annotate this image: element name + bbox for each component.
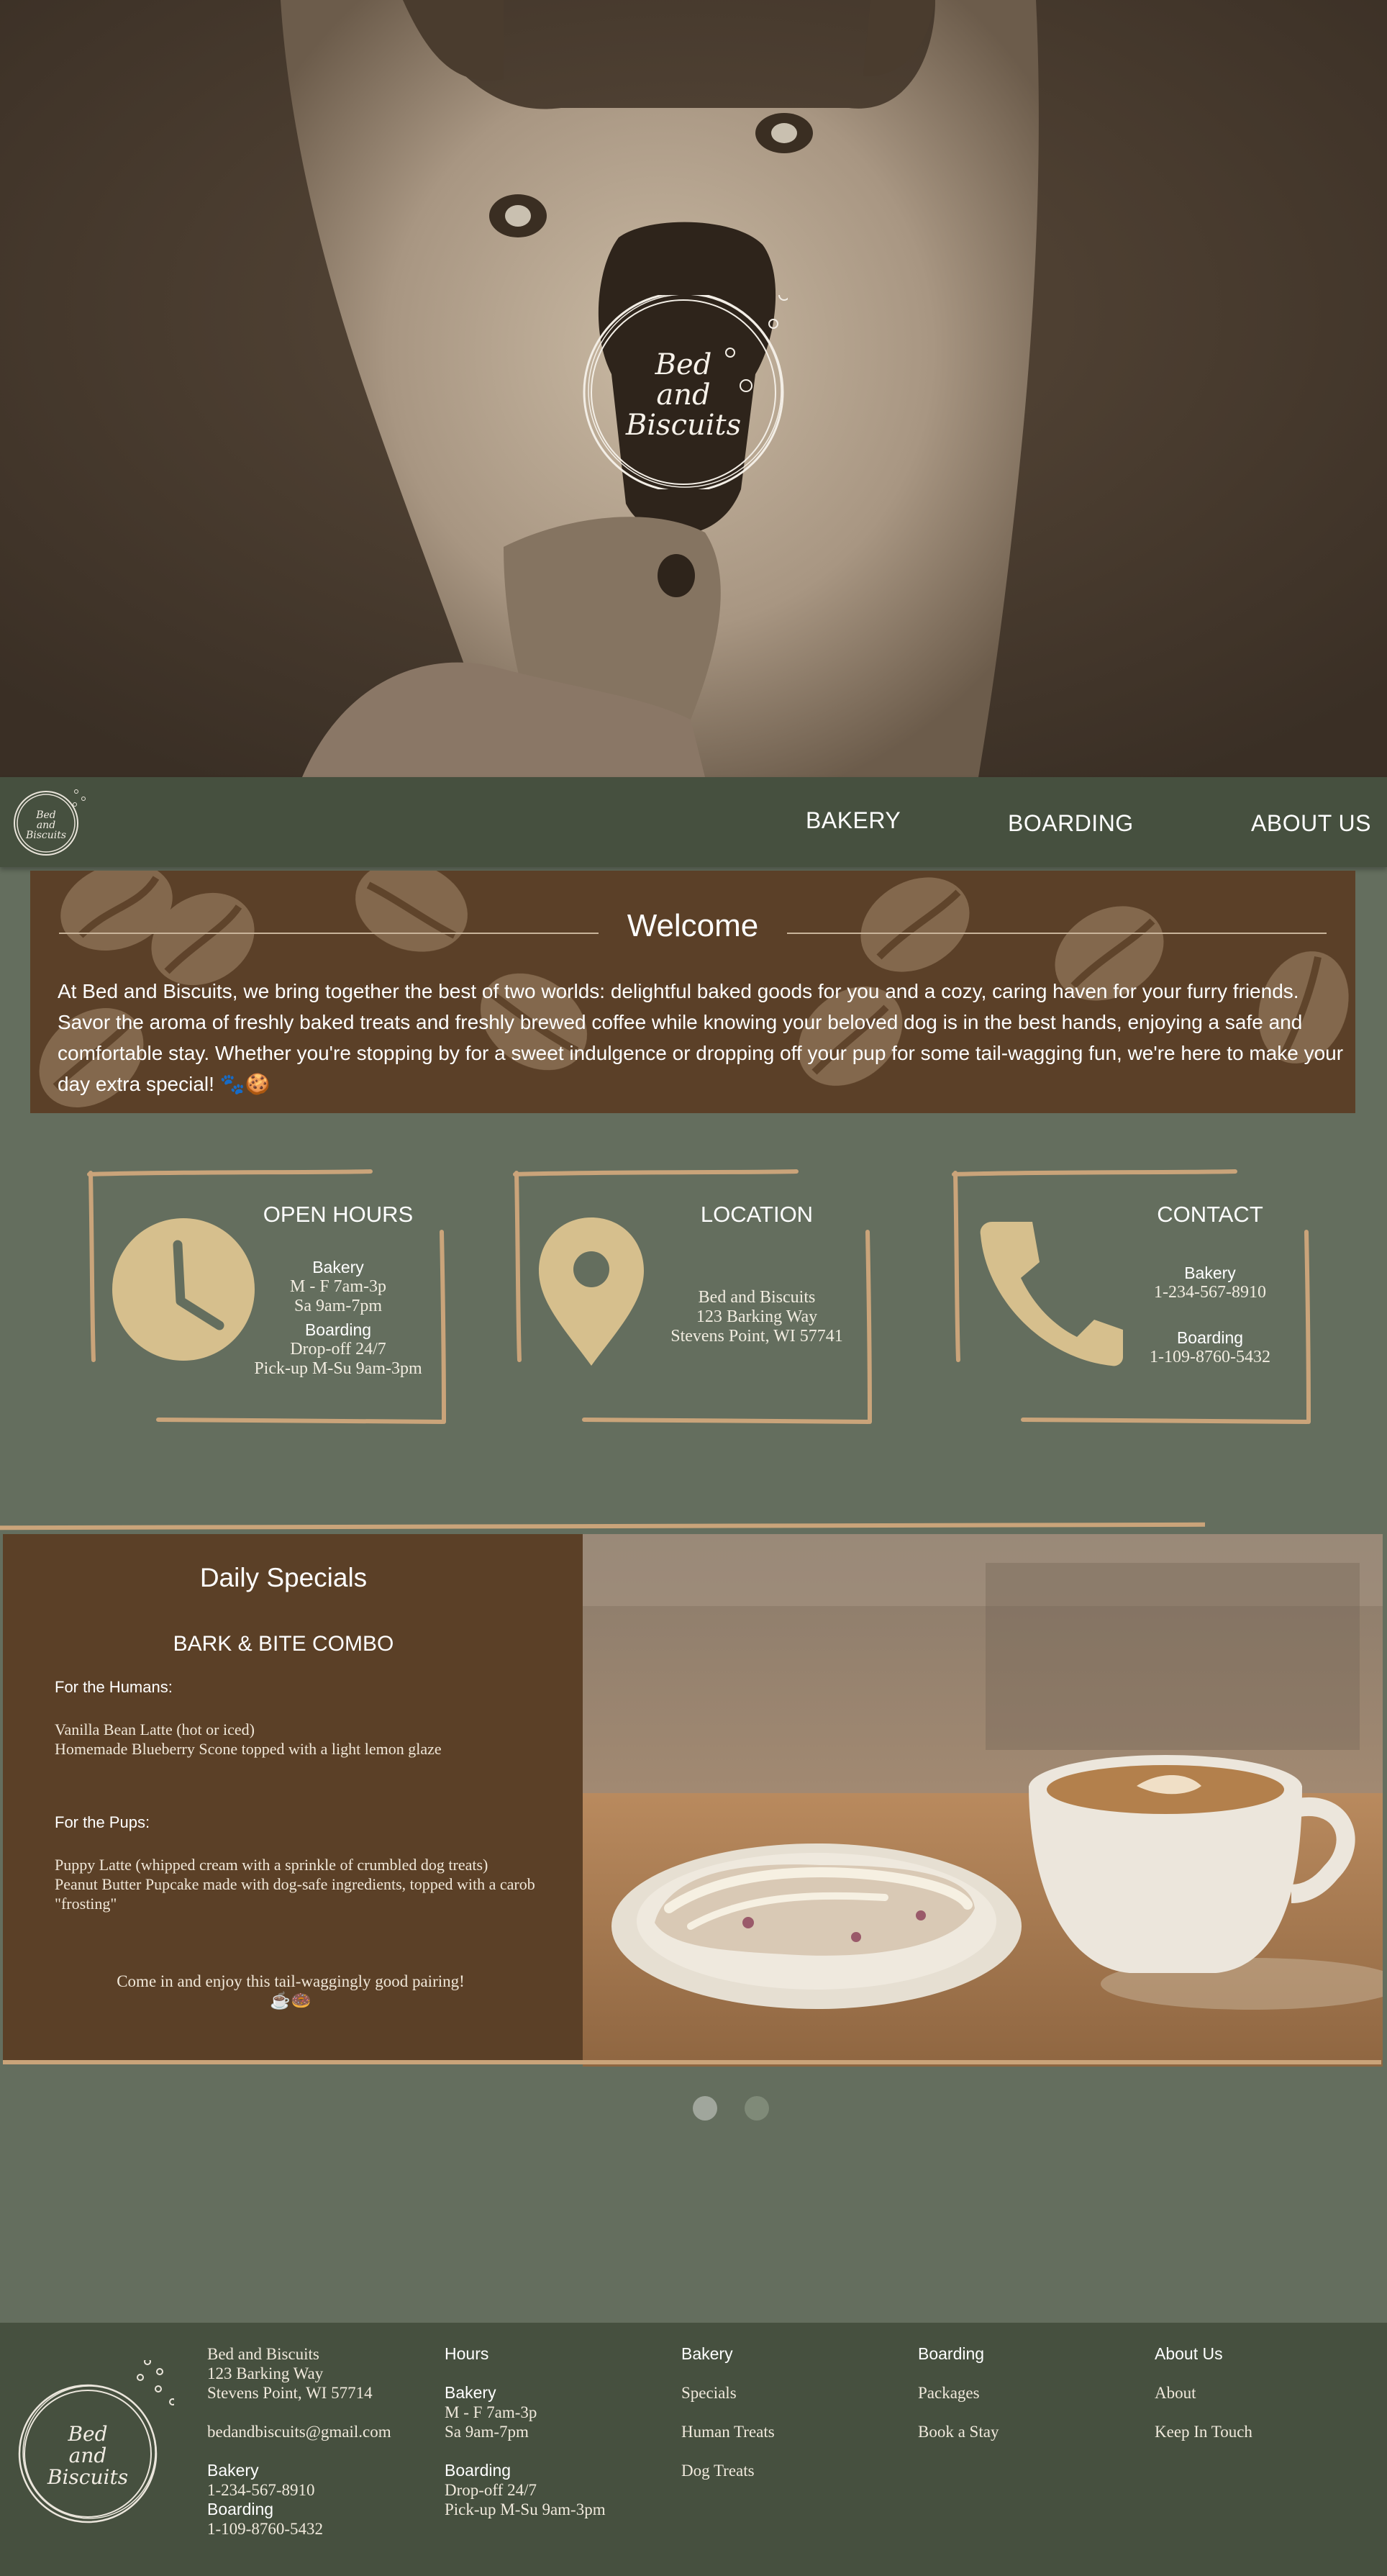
footer-address-1: Bed and Biscuits: [207, 2345, 319, 2363]
footer-email[interactable]: bedandbiscuits@gmail.com: [207, 2422, 391, 2441]
hours-boarding-label: Boarding: [304, 1320, 372, 1339]
contact-title: CONTACT: [1157, 1202, 1263, 1227]
svg-text:and: and: [69, 2444, 107, 2467]
footer-link-specials[interactable]: Specials: [681, 2383, 775, 2403]
open-hours-text: Bakery M - F 7am-3p Sa 9am-7pm Boarding …: [230, 1258, 446, 1379]
location-card: LOCATION Bed and Biscuits 123 Barking Wa…: [512, 1166, 872, 1432]
footer-logo: Bed and Biscuits: [18, 2360, 174, 2523]
footer-hours-bakery-1: M - F 7am-3p: [445, 2403, 537, 2421]
nav-logo[interactable]: Bed and Biscuits: [10, 786, 89, 858]
hero-banner: Bed and Biscuits: [0, 0, 1387, 777]
footer-link-about[interactable]: About: [1155, 2383, 1252, 2403]
footer-hours-bakery-label: Bakery: [445, 2383, 496, 2402]
nav-boarding[interactable]: BOARDING: [1008, 810, 1134, 837]
welcome-title: Welcome: [627, 908, 759, 943]
top-nav: Bed and Biscuits BAKERY BOARDING ABOUT U…: [0, 777, 1387, 867]
hours-bakery-label: Bakery: [312, 1258, 364, 1276]
footer-contact: Bed and Biscuits 123 Barking Way Stevens…: [207, 2344, 391, 2539]
welcome-section: Welcome At Bed and Biscuits, we bring to…: [30, 871, 1355, 1113]
specials-top-divider: [0, 1522, 1206, 1530]
open-hours-title: OPEN HOURS: [263, 1202, 414, 1227]
carousel-dot-2[interactable]: [745, 2096, 769, 2121]
contact-bakery-label: Bakery: [1184, 1264, 1236, 1282]
footer-link-keep-in-touch[interactable]: Keep In Touch: [1155, 2422, 1252, 2441]
pups-item-2: Peanut Butter Pupcake made with dog-safe…: [55, 1875, 535, 1913]
location-text: Bed and Biscuits 123 Barking Way Stevens…: [645, 1288, 868, 1346]
footer-link-dog-treats[interactable]: Dog Treats: [681, 2461, 775, 2480]
footer-bakery-links: Bakery Specials Human Treats Dog Treats: [681, 2344, 775, 2480]
hours-boarding-line-1: Drop-off 24/7: [290, 1340, 386, 1359]
hours-bakery-line-1: M - F 7am-3p: [290, 1277, 386, 1296]
footer-bakery-heading: Bakery: [681, 2344, 733, 2363]
pups-item-1: Puppy Latte (whipped cream with a sprink…: [55, 1856, 488, 1874]
humans-item-2: Homemade Blueberry Scone topped with a l…: [55, 1740, 442, 1758]
footer-about-heading: About Us: [1155, 2344, 1223, 2363]
location-line-3: Stevens Point, WI 57741: [670, 1327, 843, 1346]
open-hours-card: OPEN HOURS Bakery M - F 7am-3p Sa 9am-7p…: [86, 1166, 446, 1432]
specials-closing: Come in and enjoy this tail-waggingly go…: [117, 1972, 465, 2010]
footer-hours-boarding-1: Drop-off 24/7: [445, 2481, 537, 2499]
svg-text:Biscuits: Biscuits: [47, 2465, 128, 2489]
specials-panel: Daily Specials BARK & BITE COMBO For the…: [3, 1534, 583, 2063]
footer-address-3: Stevens Point, WI 57714: [207, 2384, 373, 2402]
location-line-2: 123 Barking Way: [696, 1307, 818, 1326]
footer-hours-heading: Hours: [445, 2344, 489, 2363]
svg-text:Bed: Bed: [67, 2422, 107, 2446]
footer-link-human-treats[interactable]: Human Treats: [681, 2422, 775, 2441]
contact-bakery-phone[interactable]: 1-234-567-8910: [1113, 1283, 1307, 1302]
logo-word-2: and: [656, 378, 710, 412]
footer-boarding-phone: 1-109-8760-5432: [207, 2520, 323, 2538]
footer-boarding-label: Boarding: [207, 2500, 274, 2518]
humans-item-1: Vanilla Bean Latte (hot or iced): [55, 1720, 255, 1738]
footer-boarding-heading: Boarding: [918, 2344, 985, 2363]
logo-word-1: Bed: [655, 348, 712, 381]
humans-heading: For the Humans:: [55, 1678, 173, 1696]
footer-link-book-a-stay[interactable]: Book a Stay: [918, 2422, 999, 2441]
map-pin-icon: [539, 1217, 644, 1366]
footer-hours-bakery-2: Sa 9am-7pm: [445, 2423, 529, 2441]
pups-heading: For the Pups:: [55, 1813, 150, 1831]
specials-photo: [583, 1534, 1383, 2067]
footer-hours-boarding-label: Boarding: [445, 2461, 511, 2480]
hours-boarding-line-2: Pick-up M-Su 9am-3pm: [254, 1359, 422, 1378]
daily-specials-slide: Daily Specials BARK & BITE COMBO For the…: [3, 1534, 1383, 2068]
nav-about-us[interactable]: ABOUT US: [1251, 810, 1371, 837]
welcome-text: At Bed and Biscuits, we bring together t…: [58, 980, 1344, 1095]
footer-boarding-links: Boarding Packages Book a Stay: [918, 2344, 999, 2441]
footer-link-packages[interactable]: Packages: [918, 2383, 999, 2403]
svg-text:Biscuits: Biscuits: [25, 830, 66, 841]
humans-items: Vanilla Bean Latte (hot or iced) Homemad…: [55, 1720, 443, 1759]
specials-title: Daily Specials: [199, 1563, 368, 1592]
coffee-scone-photo: [583, 1534, 1383, 2067]
footer-address-2: 123 Barking Way: [207, 2364, 324, 2382]
contact-card: CONTACT Bakery 1-234-567-8910 Boarding 1…: [951, 1166, 1311, 1432]
pups-items: Puppy Latte (whipped cream with a sprink…: [55, 1855, 551, 1913]
hours-bakery-line-2: Sa 9am-7pm: [294, 1297, 382, 1315]
nav-bakery[interactable]: BAKERY: [806, 807, 901, 834]
specials-bottom-divider: [3, 2060, 1381, 2064]
logo-word-3: Biscuits: [625, 409, 741, 442]
phone-icon: [980, 1222, 1123, 1366]
site-footer: Bed and Biscuits Bed and Biscuits 123 Ba…: [0, 2323, 1387, 2576]
carousel-dot-1[interactable]: [693, 2096, 717, 2121]
footer-hours: Hours Bakery M - F 7am-3p Sa 9am-7pm Boa…: [445, 2344, 606, 2519]
hero-logo: Bed and Biscuits: [583, 295, 788, 489]
footer-bakery-phone: 1-234-567-8910: [207, 2481, 315, 2499]
location-line-1: Bed and Biscuits: [698, 1288, 816, 1307]
specials-subtitle: BARK & BITE COMBO: [173, 1632, 394, 1656]
location-title: LOCATION: [700, 1202, 814, 1227]
footer-bakery-label: Bakery: [207, 2461, 259, 2480]
footer-about-links: About Us About Keep In Touch: [1155, 2344, 1252, 2441]
footer-hours-boarding-2: Pick-up M-Su 9am-3pm: [445, 2500, 606, 2518]
contact-text: Bakery 1-234-567-8910 Boarding 1-109-876…: [1113, 1264, 1307, 1367]
contact-boarding-phone[interactable]: 1-109-8760-5432: [1113, 1348, 1307, 1367]
contact-boarding-label: Boarding: [1176, 1328, 1244, 1347]
